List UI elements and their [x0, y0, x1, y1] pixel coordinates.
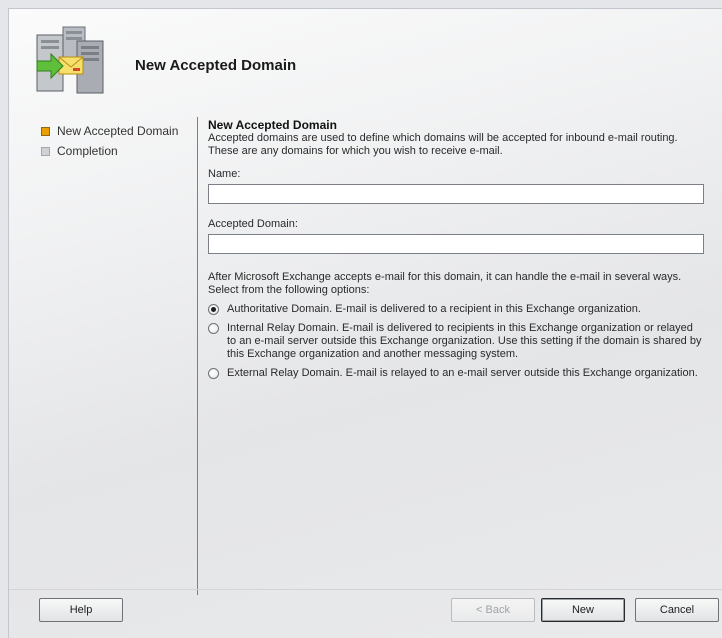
vertical-divider — [197, 117, 198, 595]
option-label: Authoritative Domain. E-mail is delivere… — [227, 303, 641, 315]
name-label: Name: — [208, 168, 241, 180]
accepted-domain-field[interactable] — [208, 234, 704, 254]
step-label: Completion — [57, 144, 118, 158]
radio-button-checked[interactable] — [208, 304, 219, 315]
page-description: Accepted domains are used to define whic… — [208, 132, 678, 157]
footer-separator — [9, 589, 722, 590]
option-external-relay-domain[interactable]: External Relay Domain. E-mail is relayed… — [208, 367, 706, 380]
option-authoritative-domain[interactable]: Authoritative Domain. E-mail is delivere… — [208, 303, 706, 316]
radio-button[interactable] — [208, 368, 219, 379]
page-content: New Accepted Domain Accepted domains are… — [208, 117, 706, 380]
step-new-accepted-domain[interactable]: New Accepted Domain — [41, 121, 178, 141]
page-title: New Accepted Domain — [208, 118, 337, 132]
cancel-button[interactable]: Cancel — [635, 598, 719, 622]
wizard-header: New Accepted Domain — [9, 9, 722, 109]
wizard-title: New Accepted Domain — [135, 57, 297, 74]
step-list: New Accepted Domain Completion — [41, 121, 178, 161]
wizard-window: New Accepted Domain New Accepted Domain … — [8, 8, 722, 638]
step-label: New Accepted Domain — [57, 124, 179, 138]
step-inactive-icon — [41, 146, 50, 156]
option-label: External Relay Domain. E-mail is relayed… — [227, 367, 698, 379]
option-label: Internal Relay Domain. E-mail is deliver… — [227, 322, 702, 360]
back-button[interactable]: < Back — [451, 598, 535, 622]
step-completion[interactable]: Completion — [41, 141, 178, 161]
step-active-icon — [41, 126, 50, 136]
help-button[interactable]: Help — [39, 598, 123, 622]
options-intro: After Microsoft Exchange accepts e-mail … — [208, 271, 682, 296]
name-field[interactable] — [208, 184, 704, 204]
radio-button[interactable] — [208, 323, 219, 334]
option-internal-relay-domain[interactable]: Internal Relay Domain. E-mail is deliver… — [208, 322, 706, 361]
accepted-domain-label: Accepted Domain: — [208, 218, 298, 230]
new-button[interactable]: New — [541, 598, 625, 622]
server-mail-icon — [33, 23, 105, 95]
